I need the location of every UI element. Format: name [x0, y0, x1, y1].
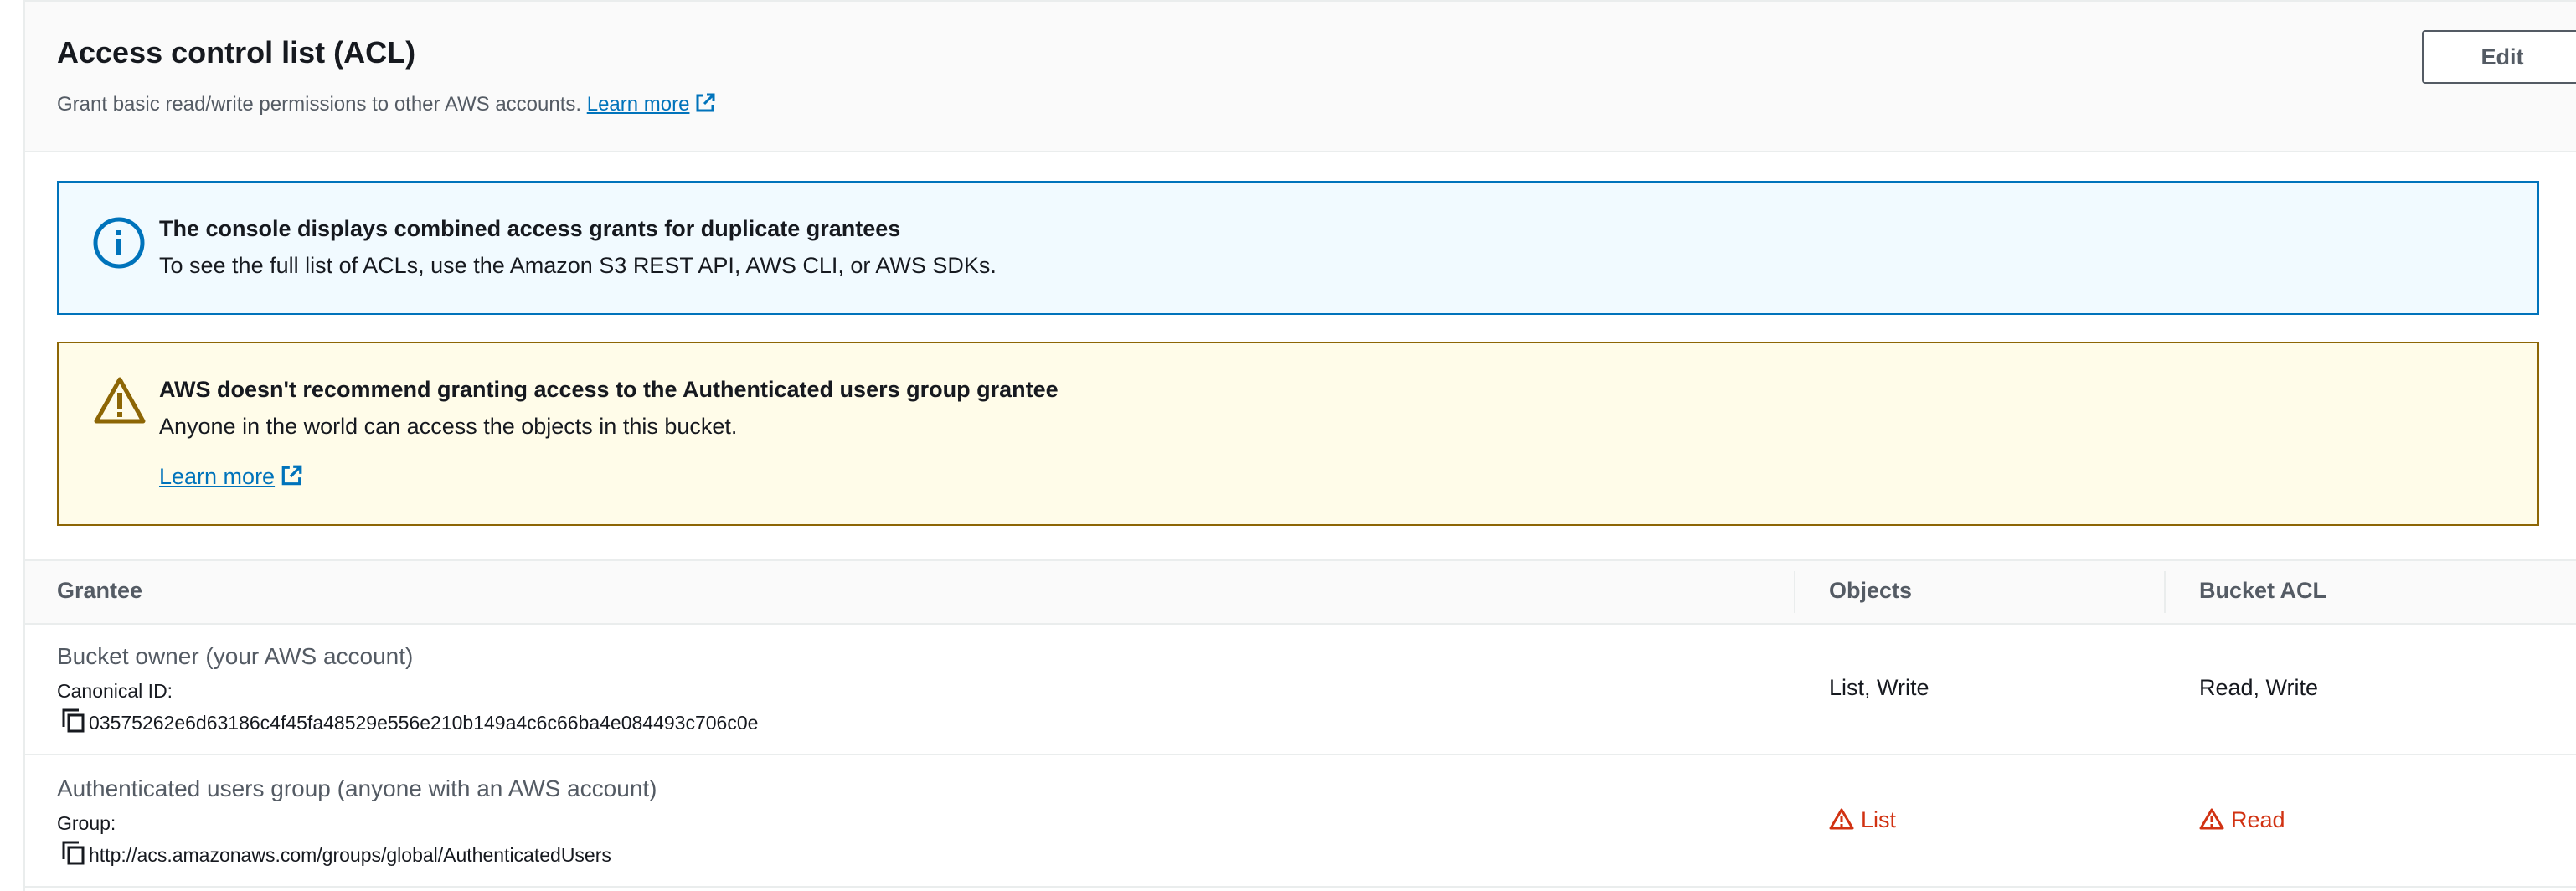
- copy-icon[interactable]: [62, 708, 85, 738]
- warning-icon: [1829, 807, 1854, 837]
- bucket-acl-permissions-warning: Read: [2199, 807, 2285, 837]
- copy-icon[interactable]: [62, 841, 85, 870]
- warning-icon: [92, 375, 147, 430]
- objects-permissions: List: [1861, 807, 1897, 832]
- acl-panel: Access control list (ACL) Grant basic re…: [23, 0, 2576, 891]
- grantee-id-value: http://acs.amazonaws.com/groups/global/A…: [89, 844, 611, 866]
- column-header-grantee: Grantee: [57, 578, 143, 603]
- description-text: Grant basic read/write permissions to ot…: [57, 93, 582, 116]
- page-title: Access control list (ACL): [57, 35, 416, 70]
- external-link-icon: [280, 464, 303, 493]
- info-alert-title: The console displays combined access gra…: [159, 216, 901, 241]
- column-divider: [2164, 571, 2166, 613]
- warning-alert-body: Anyone in the world can access the objec…: [159, 414, 738, 439]
- warning-learn-more-link[interactable]: Learn more: [159, 464, 303, 493]
- grantee-id-value: 03575262e6d63186c4f45fa48529e556e210b149…: [89, 712, 759, 734]
- grantee-id-label: Group:: [57, 812, 116, 834]
- bucket-acl-permissions: Read: [2231, 807, 2285, 832]
- edit-button[interactable]: Edit: [2422, 30, 2576, 84]
- info-alert-body: To see the full list of ACLs, use the Am…: [159, 253, 997, 278]
- warning-learn-more-label: Learn more: [159, 464, 276, 489]
- warning-icon: [2199, 807, 2224, 837]
- learn-more-label: Learn more: [586, 93, 690, 116]
- info-alert: The console displays combined access gra…: [57, 181, 2539, 315]
- table-header: Grantee Objects Bucket ACL: [25, 559, 2576, 625]
- bucket-acl-permissions: Read, Write: [2199, 675, 2319, 700]
- external-link-icon: [694, 92, 716, 120]
- warning-alert-title: AWS doesn't recommend granting access to…: [159, 377, 1059, 402]
- column-divider: [1794, 571, 1795, 613]
- table-row: Bucket owner (your AWS account) Canonica…: [25, 623, 2576, 755]
- panel-description: Grant basic read/write permissions to ot…: [57, 92, 716, 120]
- panel-header: Access control list (ACL) Grant basic re…: [25, 2, 2576, 152]
- grantee-id-label: Canonical ID:: [57, 680, 173, 702]
- objects-permissions-warning: List: [1829, 807, 1896, 837]
- table-row: Authenticated users group (anyone with a…: [25, 755, 2576, 888]
- info-icon: [92, 216, 146, 274]
- learn-more-link[interactable]: Learn more: [587, 93, 717, 116]
- objects-permissions: List, Write: [1829, 675, 1929, 700]
- warning-alert: AWS doesn't recommend granting access to…: [57, 342, 2539, 526]
- grantee-name: Authenticated users group (anyone with a…: [57, 775, 657, 801]
- column-header-bucket-acl: Bucket ACL: [2199, 578, 2327, 603]
- grantee-name: Bucket owner (your AWS account): [57, 643, 414, 669]
- column-header-objects: Objects: [1829, 578, 1913, 603]
